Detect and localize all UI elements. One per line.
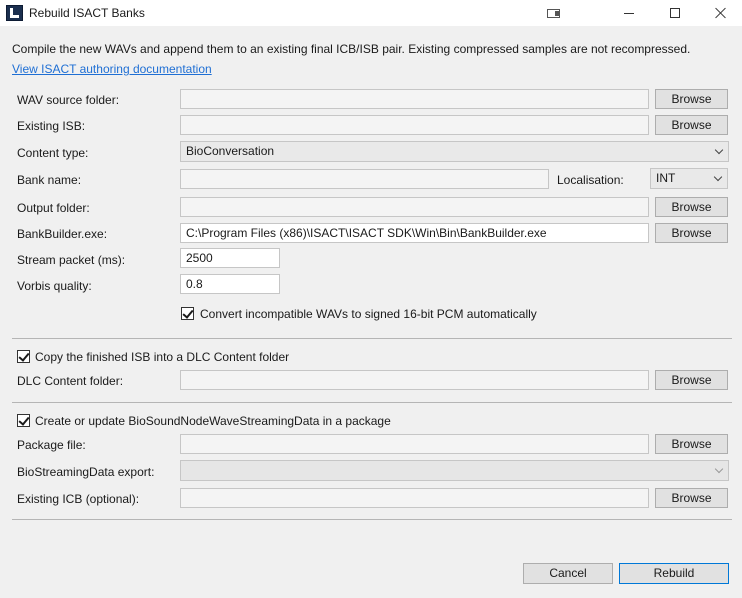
snap-layout-button[interactable] xyxy=(530,0,576,26)
dlc-folder-input[interactable] xyxy=(180,370,649,390)
vorbis-quality-label: Vorbis quality: xyxy=(17,279,92,293)
chevron-down-icon xyxy=(714,145,724,155)
chevron-down-icon xyxy=(713,172,723,182)
bank-name-label: Bank name: xyxy=(17,173,82,187)
existing-icb-input[interactable] xyxy=(180,488,649,508)
wav-source-label: WAV source folder: xyxy=(17,93,120,107)
minimize-button[interactable] xyxy=(606,0,652,26)
stream-packet-input[interactable]: 2500 xyxy=(180,248,280,268)
cancel-button[interactable]: Cancel xyxy=(523,563,613,584)
close-button[interactable] xyxy=(698,0,742,26)
package-file-browse-button[interactable]: Browse xyxy=(655,434,728,454)
wav-source-browse-button[interactable]: Browse xyxy=(655,89,728,109)
section-divider xyxy=(12,338,732,339)
existing-isb-browse-button[interactable]: Browse xyxy=(655,115,728,135)
stream-packet-label: Stream packet (ms): xyxy=(17,253,126,267)
convert-wavs-label: Convert incompatible WAVs to signed 16-b… xyxy=(200,307,537,321)
section-divider xyxy=(12,519,732,520)
content-type-select[interactable]: BioConversation xyxy=(180,141,729,162)
chevron-down-icon xyxy=(714,464,724,474)
existing-icb-browse-button[interactable]: Browse xyxy=(655,488,728,508)
localisation-select[interactable]: INT xyxy=(650,168,728,189)
close-icon xyxy=(715,7,727,19)
window-snap-icon xyxy=(546,8,560,18)
window-title: Rebuild ISACT Banks xyxy=(29,6,145,20)
content-type-label: Content type: xyxy=(17,146,89,160)
dlc-folder-browse-button[interactable]: Browse xyxy=(655,370,728,390)
bank-name-input[interactable] xyxy=(180,169,549,189)
output-folder-input[interactable] xyxy=(180,197,649,217)
localisation-label: Localisation: xyxy=(557,173,624,187)
intro-text: Compile the new WAVs and append them to … xyxy=(12,42,691,56)
copy-to-dlc-label: Copy the finished ISB into a DLC Content… xyxy=(35,350,290,364)
convert-wavs-checkbox[interactable] xyxy=(181,307,194,320)
maximize-icon xyxy=(670,8,680,18)
output-folder-browse-button[interactable]: Browse xyxy=(655,197,728,217)
bankbuilder-browse-button[interactable]: Browse xyxy=(655,223,728,243)
documentation-link[interactable]: View ISACT authoring documentation xyxy=(12,62,212,76)
streaming-export-label: BioStreamingData export: xyxy=(17,465,155,479)
streaming-export-select[interactable] xyxy=(180,460,729,481)
update-package-checkbox[interactable] xyxy=(17,414,30,427)
dlc-folder-label: DLC Content folder: xyxy=(17,374,124,388)
package-file-label: Package file: xyxy=(17,438,86,452)
title-bar[interactable]: Rebuild ISACT Banks xyxy=(0,0,742,26)
existing-isb-label: Existing ISB: xyxy=(17,119,86,133)
wav-source-input[interactable] xyxy=(180,89,649,109)
copy-to-dlc-checkbox[interactable] xyxy=(17,350,30,363)
localisation-value: INT xyxy=(656,171,676,185)
content-type-value: BioConversation xyxy=(186,144,275,158)
bankbuilder-label: BankBuilder.exe: xyxy=(17,227,108,241)
rebuild-isact-banks-dialog: Rebuild ISACT Banks Compile the new WAVs… xyxy=(0,0,742,598)
section-divider xyxy=(12,402,732,403)
existing-icb-label: Existing ICB (optional): xyxy=(17,492,140,506)
minimize-icon xyxy=(624,12,634,14)
package-file-input[interactable] xyxy=(180,434,649,454)
maximize-button[interactable] xyxy=(652,0,698,26)
bankbuilder-path-input[interactable]: C:\Program Files (x86)\ISACT\ISACT SDK\W… xyxy=(180,223,649,243)
vorbis-quality-input[interactable]: 0.8 xyxy=(180,274,280,294)
output-folder-label: Output folder: xyxy=(17,201,90,215)
app-icon xyxy=(6,5,23,21)
rebuild-button[interactable]: Rebuild xyxy=(619,563,729,584)
existing-isb-input[interactable] xyxy=(180,115,649,135)
update-package-label: Create or update BioSoundNodeWaveStreami… xyxy=(35,414,391,428)
